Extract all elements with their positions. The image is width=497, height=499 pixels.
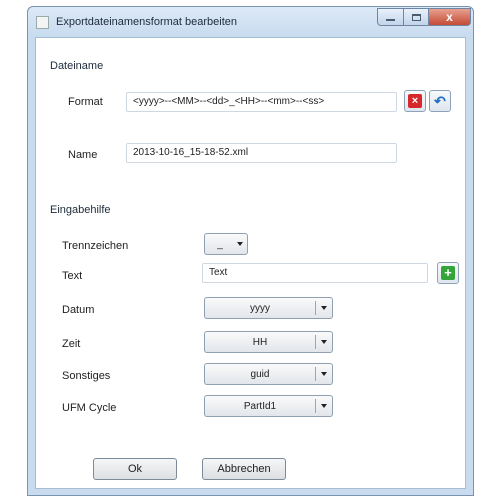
datum-dropdown[interactable]: yyyy [204, 297, 333, 319]
chevron-down-icon [321, 372, 327, 376]
undo-format-button[interactable]: ↶ [429, 90, 451, 112]
ufm-cycle-value: PartId1 [243, 401, 277, 412]
text-label: Text [62, 270, 83, 282]
trennzeichen-label: Trennzeichen [62, 240, 129, 252]
close-button[interactable]: x [428, 8, 471, 26]
dateiname-group-label: Dateiname [50, 60, 104, 72]
delete-icon: × [408, 94, 422, 108]
format-field[interactable]: <yyyy>--<MM>--<dd>_<HH>--<mm>--<ss> [126, 92, 397, 112]
trennzeichen-value: _ [217, 239, 223, 250]
dropdown-separator [315, 301, 316, 315]
close-icon: x [446, 10, 453, 24]
dropdown-separator [315, 335, 316, 349]
maximize-button[interactable] [403, 8, 429, 26]
dropdown-separator [315, 399, 316, 413]
undo-icon: ↶ [434, 93, 446, 109]
chevron-down-icon [321, 404, 327, 408]
delete-format-button[interactable]: × [404, 90, 426, 112]
ok-button[interactable]: Ok [93, 458, 177, 480]
datum-value: yyyy [250, 303, 270, 314]
dialog-window: Exportdateinamensformat bearbeiten x Dat… [27, 6, 474, 496]
zeit-label: Zeit [62, 338, 81, 350]
dropdown-separator [315, 367, 316, 381]
minimize-icon [386, 18, 395, 21]
dialog-content: Dateiname Format <yyyy>--<MM>--<dd>_<HH>… [35, 37, 466, 489]
format-label: Format [68, 96, 103, 108]
ufm-cycle-label: UFM Cycle [62, 402, 117, 414]
add-text-button[interactable]: + [437, 262, 459, 284]
sonstiges-label: Sonstiges [62, 370, 111, 382]
datum-label: Datum [62, 304, 95, 316]
trennzeichen-dropdown[interactable]: _ [204, 233, 248, 255]
chevron-down-icon [237, 242, 243, 246]
zeit-value: HH [252, 337, 268, 348]
title-bar[interactable]: Exportdateinamensformat bearbeiten x [28, 7, 473, 37]
add-icon: + [441, 266, 455, 280]
sonstiges-value: guid [250, 369, 270, 380]
chevron-down-icon [321, 340, 327, 344]
name-label: Name [68, 149, 98, 161]
chevron-down-icon [321, 306, 327, 310]
cancel-button[interactable]: Abbrechen [202, 458, 286, 480]
text-field[interactable]: Text [202, 263, 428, 283]
maximize-icon [411, 13, 421, 21]
minimize-button[interactable] [377, 8, 404, 26]
name-field[interactable]: 2013-10-16_15-18-52.xml [126, 143, 397, 163]
window-title: Exportdateinamensformat bearbeiten [56, 16, 237, 28]
ufm-cycle-dropdown[interactable]: PartId1 [204, 395, 333, 417]
app-icon [36, 16, 49, 29]
eingabehilfe-group-label: Eingabehilfe [50, 204, 111, 216]
sonstiges-dropdown[interactable]: guid [204, 363, 333, 385]
zeit-dropdown[interactable]: HH [204, 331, 333, 353]
